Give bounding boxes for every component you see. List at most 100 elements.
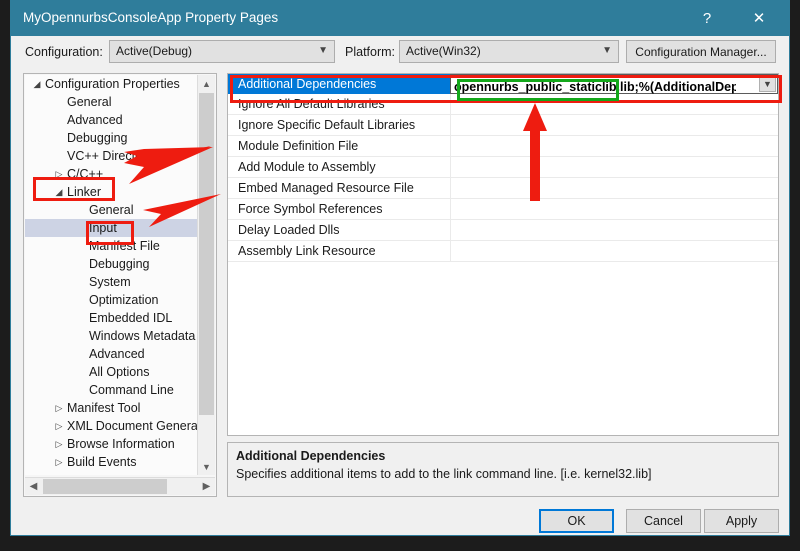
property-name: Embed Managed Resource File [238,181,414,195]
property-column-divider [450,94,451,114]
screen: MyOpennurbsConsoleApp Property Pages ? ✕… [0,0,800,551]
chevron-down-icon[interactable]: ▼ [759,76,776,92]
close-button[interactable]: ✕ [737,1,781,35]
property-name: Delay Loaded Dlls [238,223,340,237]
tree-item-input[interactable]: Input [25,219,199,237]
window-title: MyOpennurbsConsoleApp Property Pages [23,10,279,25]
triangle-right-icon[interactable]: ▷ [53,417,65,435]
chevron-down-icon[interactable]: ▼ [198,458,215,475]
triangle-right-icon[interactable]: ▷ [53,435,65,453]
configuration-value: Active(Debug) [116,44,193,58]
configuration-manager-button[interactable]: Configuration Manager... [626,40,776,63]
property-row[interactable]: Assembly Link Resource [228,241,778,262]
tree-item-manifest-tool[interactable]: ▷ Manifest Tool [25,399,199,417]
property-grid[interactable]: Additional Dependencies opennurbs_public_… [227,73,779,436]
tree-item-label: General [89,203,134,217]
configuration-dropdown[interactable]: Active(Debug) ▼ [109,40,335,63]
chevron-up-icon[interactable]: ▲ [198,75,215,92]
tree-item-linker[interactable]: ◢ Linker [25,183,199,201]
tree-item-windows-metadata[interactable]: Windows Metadata [25,327,199,345]
property-row[interactable]: Ignore Specific Default Libraries [228,115,778,136]
tree-item-label: XML Document Genera [67,419,198,433]
title-bar: MyOpennurbsConsoleApp Property Pages ? ✕ [11,1,789,36]
ok-button[interactable]: OK [539,509,614,533]
tree-item-system[interactable]: System [25,273,199,291]
tree-item-label: Browse Information [67,437,175,451]
tree-item-label: Manifest Tool [67,401,141,415]
chevron-left-icon[interactable]: ◀ [25,478,42,495]
property-value-editor[interactable]: opennurbs_public_staticlib.lib;%(Additio… [450,74,778,94]
tree-item-label: Configuration Properties [45,77,180,91]
tree-item-general[interactable]: General [25,93,199,111]
tree-item-manifest-file[interactable]: Manifest File [25,237,199,255]
property-name: Force Symbol References [238,202,383,216]
tree-item-embedded-idl[interactable]: Embedded IDL [25,309,199,327]
triangle-right-icon[interactable]: ▷ [53,165,65,183]
tree-item-c-c[interactable]: ▷ C/C++ [25,165,199,183]
tree-item-build-events[interactable]: ▷ Build Events [25,453,199,471]
tree-item-label: VC++ Directories [67,149,163,163]
property-column-divider [450,136,451,156]
tree-item-label: Windows Metadata [89,329,196,343]
property-row[interactable]: Embed Managed Resource File [228,178,778,199]
tree-item-advanced[interactable]: Advanced [25,111,199,129]
configuration-bar: Configuration: Active(Debug) ▼ Platform:… [11,36,789,70]
configuration-label: Configuration: [25,45,103,59]
property-name: Ignore Specific Default Libraries [238,118,416,132]
tree-item-label: General [67,95,112,109]
settings-tree[interactable]: ◢ Configuration Properties General Advanced… [25,75,199,475]
tree-hscroll-thumb[interactable] [43,479,167,494]
property-name: Additional Dependencies [238,77,377,91]
triangle-down-icon[interactable]: ◢ [31,75,43,93]
property-column-divider [450,157,451,177]
chevron-down-icon: ▼ [318,45,328,56]
property-row[interactable]: Force Symbol References [228,199,778,220]
triangle-right-icon[interactable]: ▷ [53,399,65,417]
property-pages-dialog: MyOpennurbsConsoleApp Property Pages ? ✕… [10,0,790,536]
property-name: Add Module to Assembly [238,160,376,174]
tree-item-all-options[interactable]: All Options [25,363,199,381]
property-column-divider [450,178,451,198]
tree-item-label: All Options [89,365,150,379]
property-row[interactable]: Additional Dependencies opennurbs_public_… [228,74,778,94]
triangle-down-icon[interactable]: ◢ [53,183,65,201]
property-column-divider [450,115,451,135]
tree-item-debugging[interactable]: Debugging [25,129,199,147]
cancel-button[interactable]: Cancel [626,509,701,533]
tree-item-xml-document-genera[interactable]: ▷ XML Document Genera [25,417,199,435]
tree-item-optimization[interactable]: Optimization [25,291,199,309]
tree-item-label: Linker [67,185,102,199]
tree-item-label: Build Events [67,455,137,469]
tree-vertical-scrollbar[interactable]: ▲ ▼ [197,75,215,475]
platform-dropdown[interactable]: Active(Win32) ▼ [399,40,619,63]
property-row[interactable]: Module Definition File [228,136,778,157]
property-row[interactable]: Add Module to Assembly [228,157,778,178]
property-name: Assembly Link Resource [238,244,376,258]
tree-item-advanced[interactable]: Advanced [25,345,199,363]
property-row[interactable]: Ignore All Default Libraries [228,94,778,115]
tree-item-label: Advanced [89,347,145,361]
triangle-right-icon[interactable]: ▷ [53,453,65,471]
apply-button[interactable]: Apply [704,509,779,533]
settings-tree-panel: ◢ Configuration Properties General Advanced… [23,73,217,497]
tree-item-general[interactable]: General [25,201,199,219]
tree-item-debugging[interactable]: Debugging [25,255,199,273]
chevron-right-icon[interactable]: ▶ [198,478,215,495]
tree-item-vc-directories[interactable]: VC++ Directories [25,147,199,165]
tree-vscroll-thumb[interactable] [199,93,214,415]
tree-item-browse-information[interactable]: ▷ Browse Information [25,435,199,453]
property-column-divider [450,241,451,261]
property-row[interactable]: Delay Loaded Dlls [228,220,778,241]
tree-horizontal-scrollbar[interactable]: ◀ ▶ [25,477,215,495]
tree-item-label: C/C++ [67,167,104,181]
property-column-divider [450,199,451,219]
property-name: Ignore All Default Libraries [238,97,385,111]
tree-item-configuration-properties[interactable]: ◢ Configuration Properties [25,75,199,93]
tree-item-label: Input [89,221,117,235]
tree-item-label: Optimization [89,293,159,307]
platform-label: Platform: [345,45,396,59]
tree-item-label: System [89,275,131,289]
tree-item-command-line[interactable]: Command Line [25,381,199,399]
help-button[interactable]: ? [685,1,729,35]
chevron-down-icon: ▼ [602,45,612,56]
